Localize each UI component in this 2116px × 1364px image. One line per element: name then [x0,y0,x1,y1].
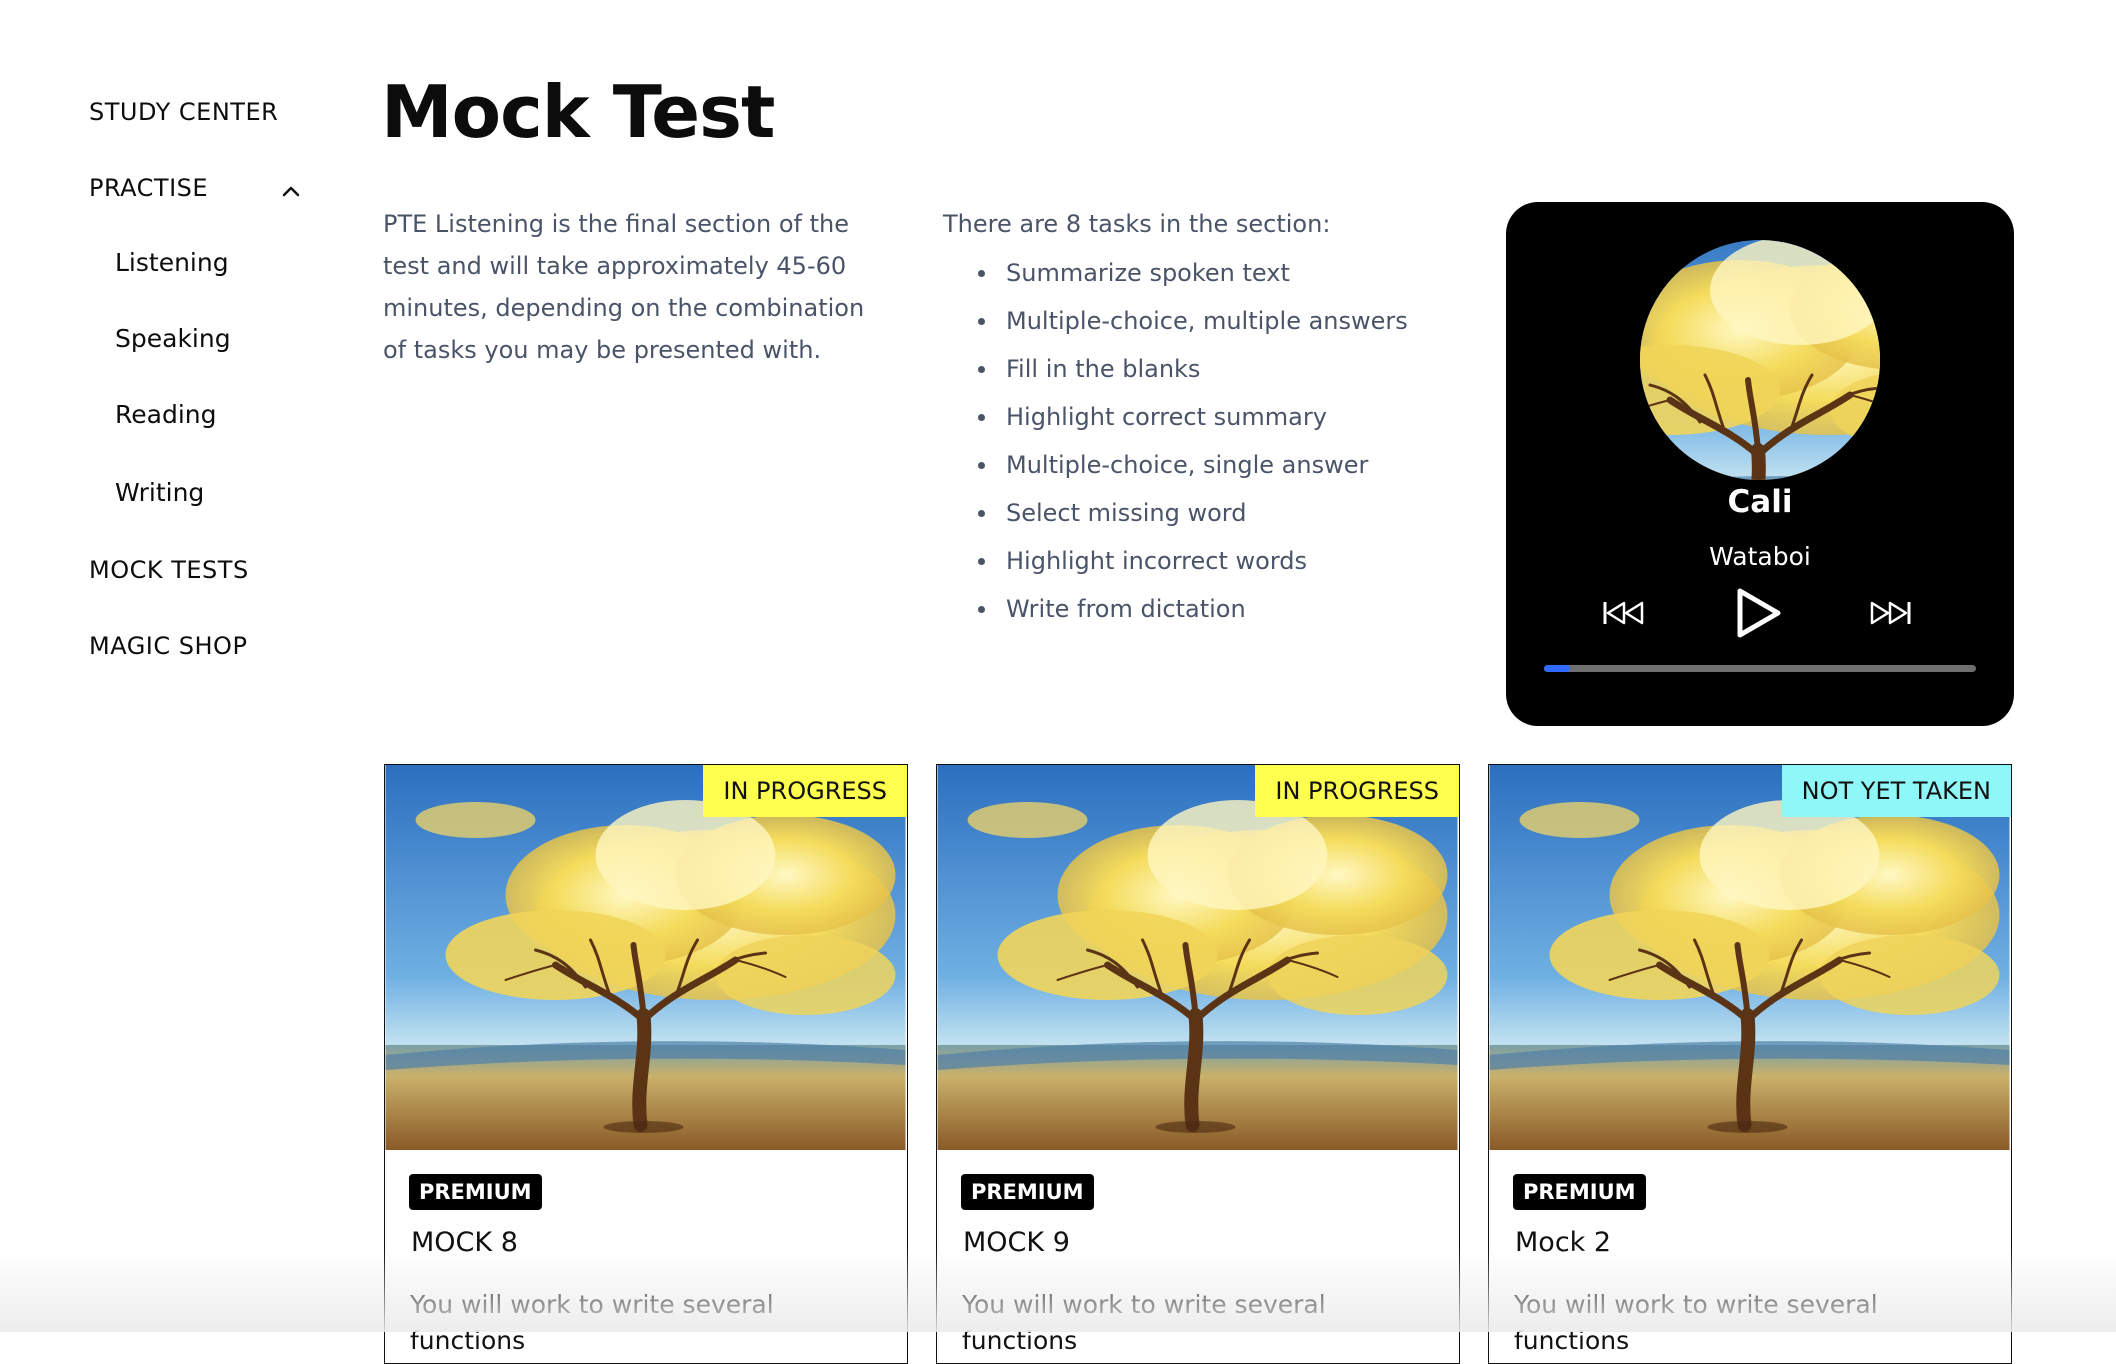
premium-badge: PREMIUM [961,1174,1094,1210]
nav-speaking[interactable]: Speaking [115,324,231,353]
nav-mock-tests[interactable]: MOCK TESTS [89,556,249,584]
task-item: Highlight incorrect words [978,537,1443,585]
intro-text: PTE Listening is the final section of th… [383,210,865,364]
task-item: Summarize spoken text [978,249,1443,297]
mock-test-card[interactable]: NOT YET TAKEN PREMIUM Mock 2 You will wo… [1488,764,2012,1364]
play-icon[interactable] [1732,587,1784,639]
card-title: MOCK 9 [963,1227,1070,1258]
track-artist: Wataboi [1709,542,1811,571]
previous-track-icon[interactable] [1602,599,1646,627]
page-title: Mock Test [381,70,775,154]
progress-bar[interactable] [1544,665,1976,672]
premium-badge: PREMIUM [1513,1174,1646,1210]
nav-listening[interactable]: Listening [115,248,229,277]
task-item: Fill in the blanks [978,345,1443,393]
card-image [937,765,1458,1150]
tasks-list: Summarize spoken text Multiple-choice, m… [943,249,1443,633]
card-image [385,765,906,1150]
album-art [1640,240,1880,480]
card-description: You will work to write several functions [962,1290,1326,1355]
status-badge: IN PROGRESS [703,765,907,817]
status-badge: IN PROGRESS [1255,765,1459,817]
premium-badge: PREMIUM [409,1174,542,1210]
music-player: Cali Wataboi [1506,202,2014,726]
chevron-up-icon[interactable] [280,180,302,202]
task-item: Multiple-choice, multiple answers [978,297,1443,345]
card-description: You will work to write several functions [410,1290,774,1355]
card-title: MOCK 8 [411,1227,518,1258]
nav-magic-shop[interactable]: MAGIC SHOP [89,632,247,660]
task-item: Select missing word [978,489,1443,537]
card-image [1489,765,2010,1150]
next-track-icon[interactable] [1868,599,1912,627]
task-item: Highlight correct summary [978,393,1443,441]
status-badge: NOT YET TAKEN [1781,765,2011,817]
mock-test-card[interactable]: IN PROGRESS PREMIUM MOCK 9 You will work… [936,764,1460,1364]
card-title: Mock 2 [1515,1227,1612,1258]
progress-fill [1544,665,1570,672]
tasks-section: There are 8 tasks in the section: Summar… [943,203,1443,633]
task-item: Write from dictation [978,585,1443,633]
task-item: Multiple-choice, single answer [978,441,1443,489]
track-title: Cali [1727,484,1793,520]
nav-study-center[interactable]: STUDY CENTER [89,98,278,126]
tasks-heading: There are 8 tasks in the section: [943,210,1331,238]
nav-reading[interactable]: Reading [115,400,216,429]
nav-writing[interactable]: Writing [115,478,204,507]
card-description: You will work to write several functions [1514,1290,1878,1355]
mock-test-card[interactable]: IN PROGRESS PREMIUM MOCK 8 You will work… [384,764,908,1364]
nav-practise[interactable]: PRACTISE [89,174,208,202]
